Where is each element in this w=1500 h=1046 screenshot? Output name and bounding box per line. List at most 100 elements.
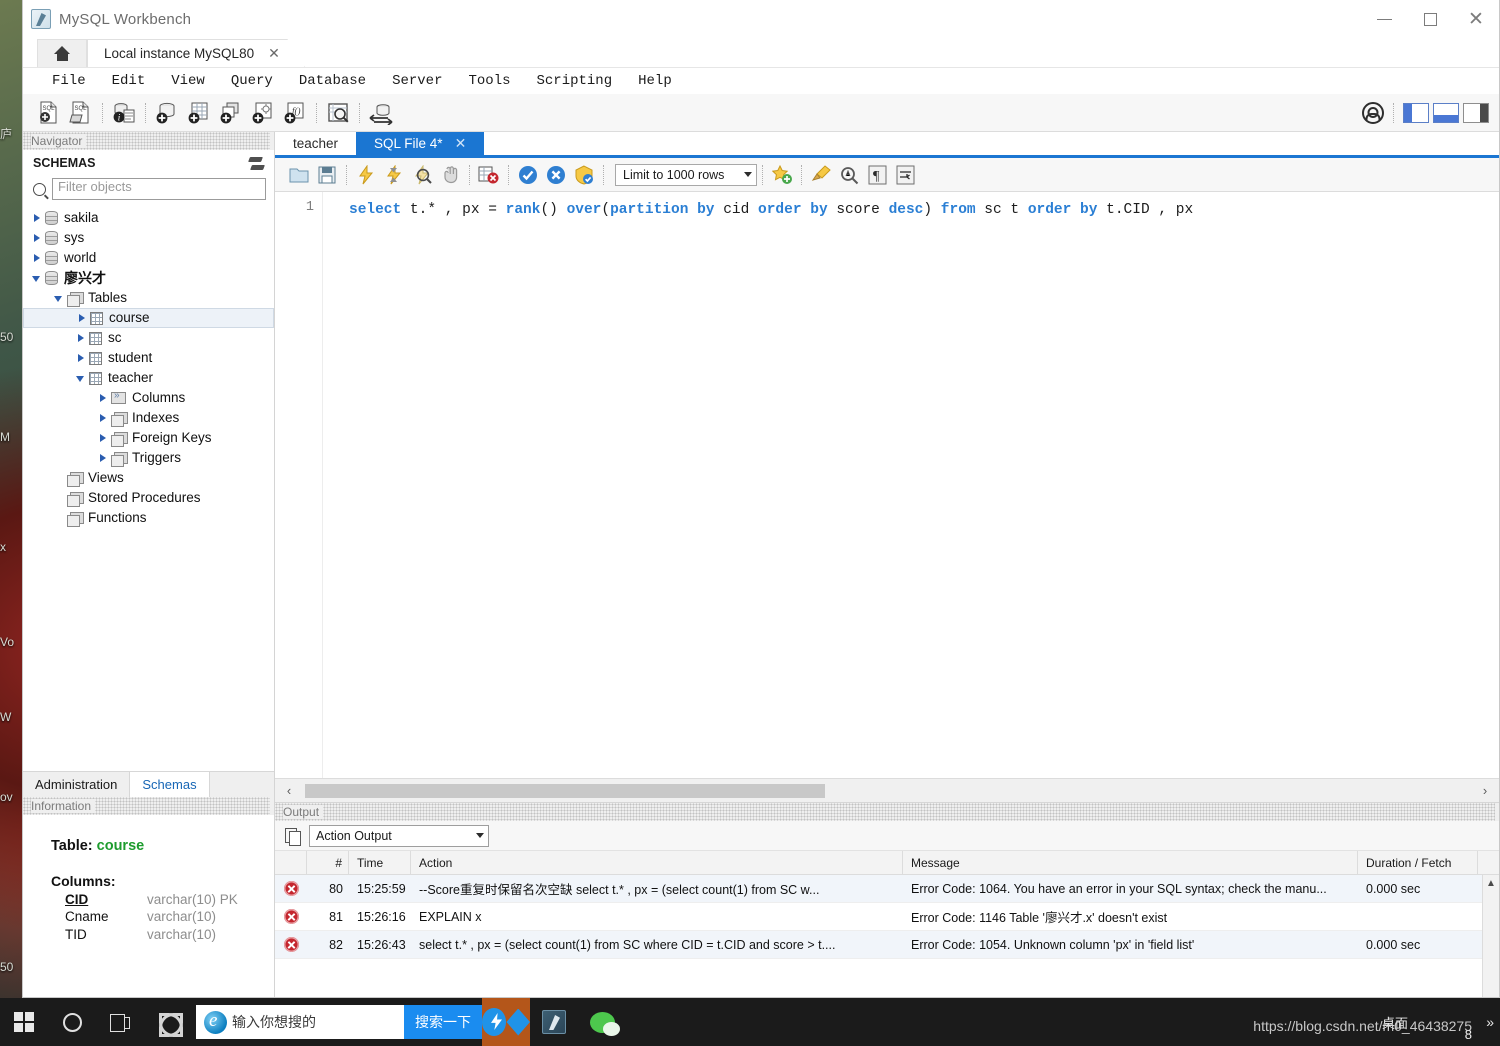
menu-help[interactable]: Help xyxy=(625,71,685,91)
execute-icon[interactable] xyxy=(352,162,380,188)
open-sql-script-icon[interactable]: SQL xyxy=(66,99,96,127)
tree-item-world[interactable]: world xyxy=(23,248,274,268)
output-mode-dropdown[interactable]: Action Output xyxy=(309,824,489,847)
sql-code-text[interactable]: select t.* , px = rank() over(partition … xyxy=(323,192,1499,778)
snippets-icon[interactable] xyxy=(768,162,796,188)
chevron-right-icon[interactable] xyxy=(75,333,86,344)
wechat-app-icon[interactable] xyxy=(578,998,626,1046)
wrap-lines-icon[interactable] xyxy=(891,162,919,188)
chevron-right-icon[interactable] xyxy=(76,313,87,324)
chevron-right-icon[interactable] xyxy=(97,433,108,444)
tree-item-foreign-keys[interactable]: Foreign Keys xyxy=(23,428,274,448)
new-sql-tab-icon[interactable]: SQL xyxy=(34,99,64,127)
scroll-thumb[interactable] xyxy=(305,783,825,798)
menu-query[interactable]: Query xyxy=(218,71,286,91)
chevron-right-icon[interactable] xyxy=(31,233,42,244)
connection-tab-local-instance[interactable]: Local instance MySQL80 ✕ xyxy=(87,39,305,67)
sidebar-tab-schemas[interactable]: Schemas xyxy=(130,772,210,797)
limit-rows-dropdown[interactable]: Limit to 1000 rows xyxy=(615,163,757,186)
refresh-icon[interactable] xyxy=(249,157,264,170)
toggle-stop-on-error-icon[interactable] xyxy=(475,162,503,188)
new-stored-procedure-icon[interactable] xyxy=(248,99,278,127)
tree-item-student[interactable]: student xyxy=(23,348,274,368)
tree-item-course[interactable]: course xyxy=(23,308,274,328)
search-data-icon[interactable] xyxy=(323,99,353,127)
beautify-sql-icon[interactable] xyxy=(807,162,835,188)
find-icon[interactable] xyxy=(835,162,863,188)
reconnect-server-icon[interactable] xyxy=(366,99,396,127)
chevron-down-icon[interactable] xyxy=(31,273,42,284)
open-file-icon[interactable] xyxy=(285,162,313,188)
chevron-right-icon[interactable] xyxy=(97,413,108,424)
menu-view[interactable]: View xyxy=(158,71,218,91)
scroll-right-arrow[interactable]: › xyxy=(1477,783,1493,798)
sidebar-tab-administration[interactable]: Administration xyxy=(23,772,131,797)
tree-item-廖兴才[interactable]: 廖兴才 xyxy=(23,268,274,288)
save-file-icon[interactable] xyxy=(313,162,341,188)
scroll-track[interactable] xyxy=(297,782,1477,799)
chevron-right-icon[interactable] xyxy=(97,393,108,404)
editor-horizontal-scrollbar[interactable]: ‹ › xyxy=(275,778,1499,802)
tree-item-teacher[interactable]: teacher xyxy=(23,368,274,388)
tree-item-stored-procedures[interactable]: Stored Procedures xyxy=(23,488,274,508)
tree-item-sakila[interactable]: sakila xyxy=(23,208,274,228)
close-icon[interactable]: ✕ xyxy=(455,135,467,152)
task-view-icon[interactable] xyxy=(96,998,144,1046)
filter-objects-input[interactable]: Filter objects xyxy=(52,178,266,200)
scroll-up-arrow[interactable]: ▲ xyxy=(1486,878,1496,889)
chevron-right-icon[interactable] xyxy=(31,213,42,224)
new-table-icon[interactable] xyxy=(184,99,214,127)
output-vertical-scrollbar[interactable]: ▲ xyxy=(1482,875,1499,997)
explain-icon[interactable] xyxy=(408,162,436,188)
menu-database[interactable]: Database xyxy=(286,71,379,91)
output-row[interactable]: 81 15:26:16 EXPLAIN x Error Code: 1146 Tabl… xyxy=(275,903,1482,931)
tree-item-columns[interactable]: Columns xyxy=(23,388,274,408)
execute-current-statement-icon[interactable] xyxy=(380,162,408,188)
menu-server[interactable]: Server xyxy=(379,71,455,91)
tree-item-sc[interactable]: sc xyxy=(23,328,274,348)
maximize-button[interactable] xyxy=(1407,0,1453,38)
toggle-output-icon[interactable] xyxy=(1433,102,1459,123)
taskbar-search-box[interactable]: 输入你想搜的 xyxy=(196,1005,404,1039)
copy-icon[interactable] xyxy=(285,827,301,846)
invisible-chars-icon[interactable]: ¶ xyxy=(863,162,891,188)
tray-expand-icon[interactable]: » xyxy=(1486,1014,1494,1030)
menu-file[interactable]: File xyxy=(39,71,99,91)
thunder-app-icon[interactable] xyxy=(482,998,530,1046)
commit-icon[interactable] xyxy=(514,162,542,188)
new-view-icon[interactable] xyxy=(216,99,246,127)
autocommit-icon[interactable] xyxy=(570,162,598,188)
home-tab[interactable] xyxy=(37,39,87,67)
search-submit-button[interactable]: 搜索一下 xyxy=(404,1005,482,1039)
chevron-right-icon[interactable] xyxy=(75,353,86,364)
new-function-icon[interactable]: f() xyxy=(280,99,310,127)
fan-app-icon[interactable] xyxy=(144,998,192,1046)
chevron-right-icon[interactable] xyxy=(97,453,108,464)
windows-start-icon[interactable] xyxy=(0,998,48,1046)
tree-item-triggers[interactable]: Triggers xyxy=(23,448,274,468)
sql-code-area[interactable]: 1 select t.* , px = rank() over(partitio… xyxy=(275,192,1499,778)
close-icon[interactable]: ✕ xyxy=(268,45,280,62)
editor-tab-teacher[interactable]: teacher xyxy=(275,132,357,155)
close-button[interactable]: ✕ xyxy=(1453,0,1499,38)
rollback-icon[interactable] xyxy=(542,162,570,188)
mysql-workbench-app-icon[interactable] xyxy=(530,998,578,1046)
toggle-secondary-sidebar-icon[interactable] xyxy=(1463,102,1489,123)
tree-item-functions[interactable]: Functions xyxy=(23,508,274,528)
search-input[interactable]: 输入你想搜的 xyxy=(232,1012,316,1032)
menu-edit[interactable]: Edit xyxy=(99,71,159,91)
tree-item-indexes[interactable]: Indexes xyxy=(23,408,274,428)
chevron-right-icon[interactable] xyxy=(31,253,42,264)
connection-info-icon[interactable]: i xyxy=(109,99,139,127)
editor-tab-sql-file-4[interactable]: SQL File 4* ✕ xyxy=(356,132,485,155)
stop-icon[interactable] xyxy=(436,162,464,188)
scroll-left-arrow[interactable]: ‹ xyxy=(281,783,297,798)
new-schema-icon[interactable] xyxy=(152,99,182,127)
output-row[interactable]: 82 15:26:43 select t.* , px = (select coun… xyxy=(275,931,1482,959)
output-row[interactable]: 80 15:25:59 --Score重复时保留名次空缺 select t.* , … xyxy=(275,875,1482,903)
chevron-down-icon[interactable] xyxy=(53,293,64,304)
tree-item-tables[interactable]: Tables xyxy=(23,288,274,308)
chevron-down-icon[interactable] xyxy=(75,373,86,384)
toggle-sidebar-icon[interactable] xyxy=(1403,102,1429,123)
tree-item-views[interactable]: Views xyxy=(23,468,274,488)
